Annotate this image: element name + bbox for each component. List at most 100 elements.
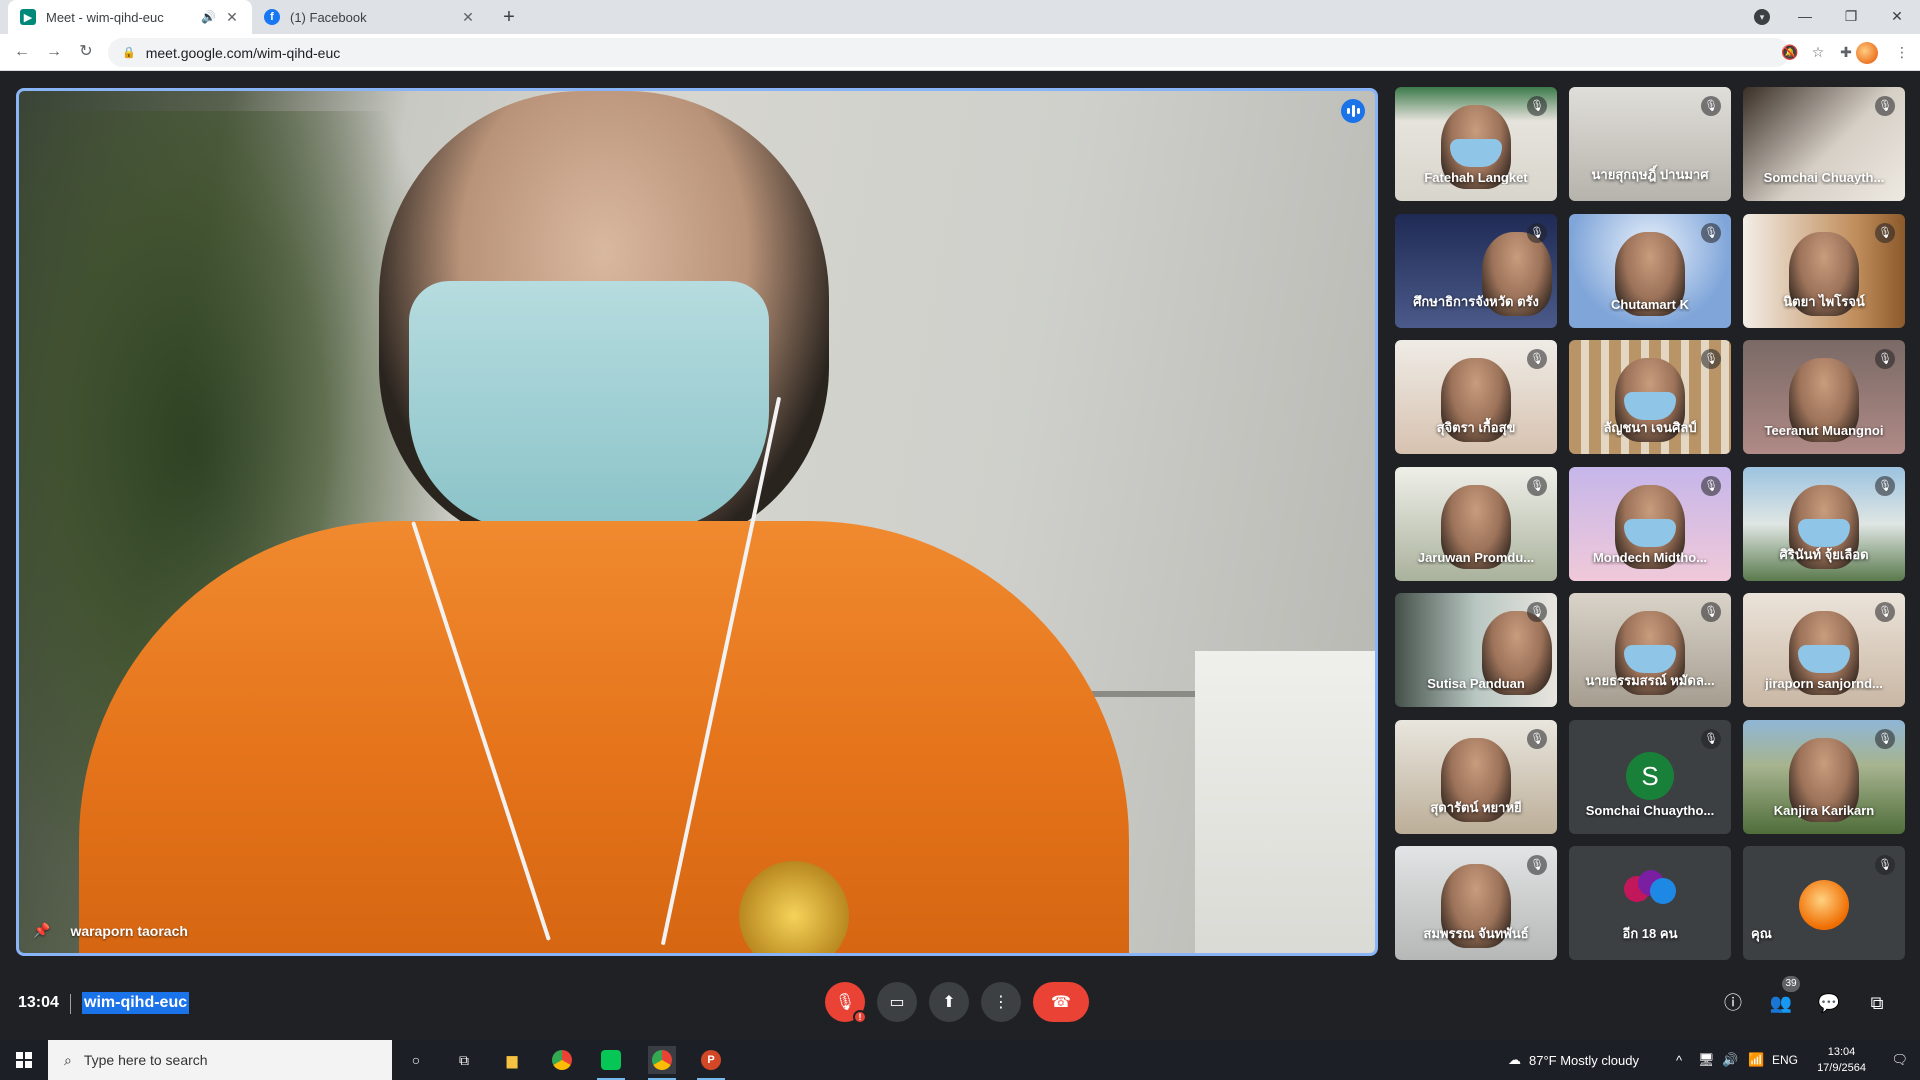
file-explorer-icon[interactable]: ▆ [498, 1046, 526, 1074]
taskbar-search[interactable]: ⌕ Type here to search [48, 1040, 392, 1080]
participant-tile[interactable]: 🎙 Chutamart K [1569, 214, 1731, 328]
chrome-icon[interactable] [548, 1046, 576, 1074]
meeting-code[interactable]: wim-qihd-euc [82, 992, 190, 1014]
close-window-icon[interactable]: ✕ [1874, 0, 1920, 34]
mic-off-icon: 🎙 [1701, 602, 1721, 622]
bookmark-star-icon[interactable]: ☆ [1808, 42, 1828, 62]
participant-mask [1624, 392, 1676, 420]
line-app-icon[interactable] [597, 1046, 625, 1080]
chrome-active-icon[interactable] [648, 1046, 676, 1080]
participant-tile[interactable]: 🎙 ศึกษาธิการจังหวัด ตรัง [1395, 214, 1557, 328]
camera-toggle-button[interactable]: ▭ [877, 982, 917, 1022]
speaker-icon[interactable]: 🔊 [201, 10, 216, 24]
mic-off-icon: 🎙 [1527, 602, 1547, 622]
speaking-indicator-icon [1341, 99, 1365, 123]
participant-tile[interactable]: 🎙 Teeranut Muangnoi [1743, 340, 1905, 454]
forward-icon[interactable]: → [42, 40, 66, 64]
close-tab-icon[interactable]: ✕ [224, 9, 240, 26]
mic-off-icon: 🎙 [1701, 476, 1721, 496]
participant-mask [1450, 139, 1502, 167]
participant-tile[interactable]: 🎙 สุดารัตน์ หยาหยี [1395, 720, 1557, 834]
participant-tile[interactable]: 🎙 นิตยา ไพโรจน์ [1743, 214, 1905, 328]
speaker-shirt [79, 521, 1129, 953]
system-clock[interactable]: 13:04 17/9/2564 [1817, 1044, 1866, 1076]
participant-tile[interactable]: 🎙 ลัญชนา เจนศิลป์ [1569, 340, 1731, 454]
tab-title: (1) Facebook [290, 9, 367, 25]
restore-icon[interactable]: ❐ [1828, 0, 1874, 34]
chat-icon: 💬 [1817, 993, 1841, 1013]
task-view-icon[interactable]: ⧉ [450, 1046, 478, 1074]
network-icon[interactable]: 🖥 [1698, 1040, 1715, 1080]
participant-tile[interactable]: S 🎙 Somchai Chuaytho... [1569, 720, 1731, 834]
participant-tile[interactable]: 🎙 Somchai Chuayth... [1743, 87, 1905, 201]
participant-tile[interactable]: 🎙 Mondech Midtho... [1569, 467, 1731, 581]
participant-name: ศึกษาธิการจังหวัด ตรัง [1413, 294, 1539, 309]
kebab-icon: ⋮ [993, 994, 1009, 1011]
mic-off-icon: 🎙 [1875, 223, 1895, 243]
minimize-icon[interactable]: — [1782, 0, 1828, 34]
notifications-blocked-icon[interactable]: 🔕 [1780, 42, 1800, 62]
cortana-icon[interactable]: ○ [402, 1046, 430, 1074]
participant-name: ลัญชนา เจนศิลป์ [1603, 420, 1697, 435]
action-center-icon[interactable]: 🗨 [1891, 1040, 1908, 1080]
facebook-icon: f [264, 9, 280, 25]
participant-tile[interactable]: 🎙 สุจิตรา เกื้อสุข [1395, 340, 1557, 454]
extensions-icon[interactable]: ✚ [1836, 42, 1856, 62]
mic-off-icon: 🎙 [1527, 349, 1547, 369]
mic-off-icon: 🎙 [1701, 349, 1721, 369]
main-speaker-name: waraporn taorach [70, 922, 188, 939]
reload-icon[interactable]: ↻ [74, 40, 98, 64]
mic-off-icon: 🎙 [1875, 349, 1895, 369]
tab-search-icon[interactable]: ▾ [1754, 9, 1770, 25]
avatar: S [1626, 752, 1674, 800]
people-button[interactable]: 👥 39 [1768, 976, 1800, 1016]
lock-icon: 🔒 [122, 47, 136, 59]
main-speaker-video[interactable]: 📌 waraporn taorach [16, 88, 1378, 956]
participant-tile[interactable]: 🎙 Fatehah Langket [1395, 87, 1557, 201]
meeting-details-button[interactable]: ⓘ [1720, 990, 1746, 1016]
wifi-icon[interactable]: 📶 [1748, 1040, 1764, 1080]
new-tab-button[interactable]: + [498, 6, 520, 28]
participant-tile[interactable]: 🎙 นายสุกฤษฎิ์ ปานมาศ [1569, 87, 1731, 201]
participant-mask [1798, 519, 1850, 547]
participant-mask [1624, 645, 1676, 673]
activities-button[interactable]: ⧉ [1864, 990, 1890, 1016]
chat-button[interactable]: 💬 [1816, 990, 1842, 1016]
weather-widget[interactable]: ☁ 87°F Mostly cloudy [1508, 1040, 1639, 1080]
more-participants-tile[interactable]: อีก 18 คน [1569, 846, 1731, 960]
participant-tile[interactable]: 🎙 Sutisa Panduan [1395, 593, 1557, 707]
participant-tile[interactable]: 🎙 สมพรรณ จันทพันธ์ [1395, 846, 1557, 960]
profile-avatar[interactable] [1856, 42, 1878, 64]
participant-tile[interactable]: 🎙 Jaruwan Promdu... [1395, 467, 1557, 581]
participant-tile[interactable]: 🎙 ศิรินันท์ จุ้ยเลือด [1743, 467, 1905, 581]
participant-tile[interactable]: 🎙 Kanjira Karikarn [1743, 720, 1905, 834]
more-options-button[interactable]: ⋮ [981, 982, 1021, 1022]
tab-meet[interactable]: ▶ Meet - wim-qihd-euc 🔊 ✕ [8, 0, 252, 34]
windows-logo-icon [16, 1052, 32, 1068]
meeting-time: 13:04 [18, 994, 59, 1011]
participant-name: สุดารัตน์ หยาหยี [1430, 800, 1522, 815]
search-icon: ⌕ [64, 1051, 72, 1068]
mic-off-icon: 🎙 [834, 994, 856, 1011]
self-tile[interactable]: 🎙 คุณ [1743, 846, 1905, 960]
language-indicator[interactable]: ENG [1772, 1040, 1798, 1080]
alert-badge-icon: ! [853, 1010, 867, 1024]
volume-icon[interactable]: 🔊 [1722, 1040, 1738, 1080]
close-tab-icon[interactable]: ✕ [460, 9, 476, 26]
tab-facebook[interactable]: f (1) Facebook ✕ [252, 0, 488, 34]
present-screen-button[interactable]: ⬆ [929, 982, 969, 1022]
participant-tile[interactable]: 🎙 นายธรรมสรณ์ หมัดล... [1569, 593, 1731, 707]
show-hidden-icons[interactable]: ^ [1676, 1040, 1682, 1080]
participant-tile[interactable]: 🎙 jiraporn sanjornd... [1743, 593, 1905, 707]
start-button[interactable] [0, 1040, 48, 1080]
main-speaker-label: 📌 waraporn taorach [33, 922, 188, 939]
back-icon[interactable]: ← [10, 40, 34, 64]
tab-title: Meet - wim-qihd-euc [46, 9, 164, 25]
pin-icon[interactable]: 📌 [33, 922, 50, 939]
end-call-button[interactable]: ☎ [1033, 982, 1089, 1022]
menu-kebab-icon[interactable]: ⋮ [1892, 42, 1912, 62]
address-bar[interactable]: 🔒 meet.google.com/wim-qihd-euc [108, 38, 1790, 67]
powerpoint-icon[interactable]: P [697, 1046, 725, 1080]
mic-toggle-button[interactable]: 🎙 ! [825, 982, 867, 1024]
camera-icon: ▭ [889, 994, 905, 1011]
